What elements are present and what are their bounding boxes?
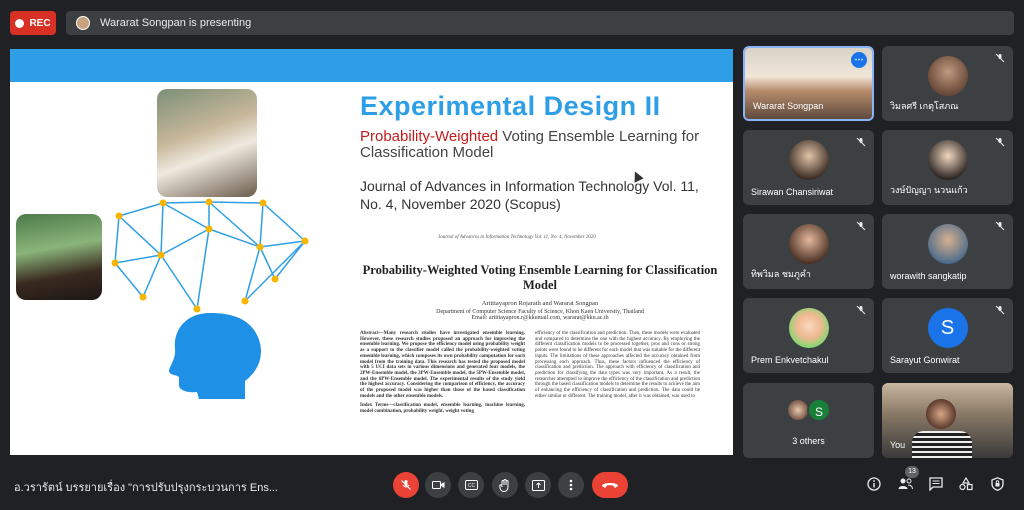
shield-icon — [990, 477, 1004, 491]
hangup-icon — [602, 483, 618, 488]
chat-icon — [929, 477, 943, 492]
more-options-icon[interactable]: ⋯ — [851, 52, 867, 68]
head-silhouette-icon — [169, 313, 261, 399]
avatar — [788, 308, 829, 348]
presenter-avatar — [76, 16, 90, 30]
participant-name: Prem Enkvetchakul — [751, 355, 829, 365]
avatar-initial: S — [927, 308, 968, 348]
meeting-title: อ.วรารัตน์ บรรยายเรื่อง "การปรับปรุงกระบ… — [14, 482, 278, 494]
participant-name: Sirawan Chansiriwat — [751, 187, 834, 197]
people-icon — [898, 478, 913, 490]
paper-abstract-column: Abstract—Many research studies have inve… — [360, 331, 525, 415]
top-bar: REC Wararat Songpan is presenting — [0, 0, 1024, 44]
self-tile[interactable]: You — [882, 383, 1013, 458]
mic-muted-icon — [995, 137, 1005, 147]
participant-tile[interactable]: วิมลศรี เกตุโสภณ — [882, 46, 1013, 121]
mic-muted-icon — [995, 53, 1005, 63]
self-shirt — [912, 431, 972, 458]
paper-title: Probability-Weighted Voting Ensemble Lea… — [362, 263, 718, 292]
more-options-button[interactable] — [558, 472, 584, 498]
presenter-bar: Wararat Songpan is presenting — [66, 11, 1014, 35]
participant-name: worawith sangkatip — [890, 271, 967, 281]
coauthor-photo — [16, 214, 102, 300]
hand-icon — [499, 478, 509, 492]
participant-tile[interactable]: S Sarayut Gonwirat — [882, 298, 1013, 373]
avatar — [788, 140, 829, 180]
participant-tile[interactable]: worawith sangkatip — [882, 214, 1013, 289]
captions-button[interactable]: CC — [458, 472, 484, 498]
people-button[interactable] — [897, 477, 913, 493]
mic-muted-icon — [995, 305, 1005, 315]
others-tile[interactable]: S 3 others — [743, 383, 874, 458]
avatar — [927, 224, 968, 264]
present-icon — [531, 479, 545, 491]
slide-header-band — [10, 49, 733, 82]
camera-toggle-button[interactable] — [425, 472, 451, 498]
mic-toggle-button[interactable] — [393, 472, 419, 498]
neural-network-illustration — [111, 198, 309, 399]
participant-name: วงษ์ปัญญา นวนแก้ว — [890, 185, 968, 195]
slide-journal: Journal of Advances in Information Techn… — [360, 178, 699, 212]
host-controls-button[interactable] — [989, 477, 1005, 493]
participant-tile[interactable]: Sirawan Chansiriwat — [743, 130, 874, 205]
camera-icon — [431, 481, 444, 489]
participant-name: วิมลศรี เกตุโสภณ — [890, 101, 959, 111]
svg-text:CC: CC — [467, 483, 475, 489]
participant-name: Wararat Songpan — [753, 101, 824, 111]
participant-tile[interactable]: วงษ์ปัญญา นวนแก้ว — [882, 130, 1013, 205]
mic-muted-icon — [856, 137, 866, 147]
activities-button[interactable] — [958, 476, 974, 493]
captions-icon: CC — [464, 480, 478, 490]
slide-title: Experimental Design II — [360, 91, 661, 121]
info-icon — [867, 477, 881, 491]
raise-hand-button[interactable] — [492, 472, 518, 498]
paper-intro-column: efficiency of the classification and pre… — [535, 331, 700, 399]
self-face — [926, 399, 956, 429]
paper-running-header: Journal of Advances in Information Techn… — [438, 235, 596, 240]
slide-subtitle: Probability-Weighted Voting Ensemble Lea… — [360, 128, 700, 161]
participant-name: ทิพวิมล ชมภูคำ — [751, 269, 811, 279]
recording-label: REC — [29, 17, 51, 29]
presenter-photo — [157, 89, 257, 197]
record-dot-icon — [15, 18, 25, 28]
avatar — [788, 224, 829, 264]
avatar — [927, 140, 968, 180]
participant-tile[interactable]: ทิพวิมล ชมภูคำ — [743, 214, 874, 289]
participant-name: Sarayut Gonwirat — [890, 355, 960, 365]
participant-name: You — [890, 440, 906, 450]
activities-icon — [959, 476, 973, 491]
mic-muted-icon — [856, 305, 866, 315]
present-screen-button[interactable] — [525, 472, 551, 498]
mic-muted-icon — [856, 221, 866, 231]
participant-tile[interactable]: Prem Enkvetchakul — [743, 298, 874, 373]
leave-call-button[interactable] — [592, 472, 628, 498]
more-vert-icon — [569, 479, 573, 491]
meeting-details-button[interactable] — [866, 477, 882, 493]
shared-screen: Experimental Design II Probability-Weigh… — [10, 49, 733, 455]
mic-off-icon — [401, 480, 411, 490]
paper-authors: Artittayapron Rojarath and Wararat Songp… — [436, 300, 644, 321]
chat-button[interactable] — [928, 477, 944, 493]
others-label: 3 others — [792, 436, 825, 446]
mic-muted-icon — [995, 221, 1005, 231]
presenter-text: Wararat Songpan is presenting — [100, 17, 252, 29]
avatar — [927, 56, 968, 96]
avatar-initial: S — [807, 398, 831, 422]
bottom-toolbar: อ.วรารัตน์ บรรยายเรื่อง "การปรับปรุงกระบ… — [0, 460, 1024, 510]
recording-indicator: REC — [10, 11, 56, 35]
participant-tile-presenter[interactable]: ⋯ Wararat Songpan — [743, 46, 874, 121]
